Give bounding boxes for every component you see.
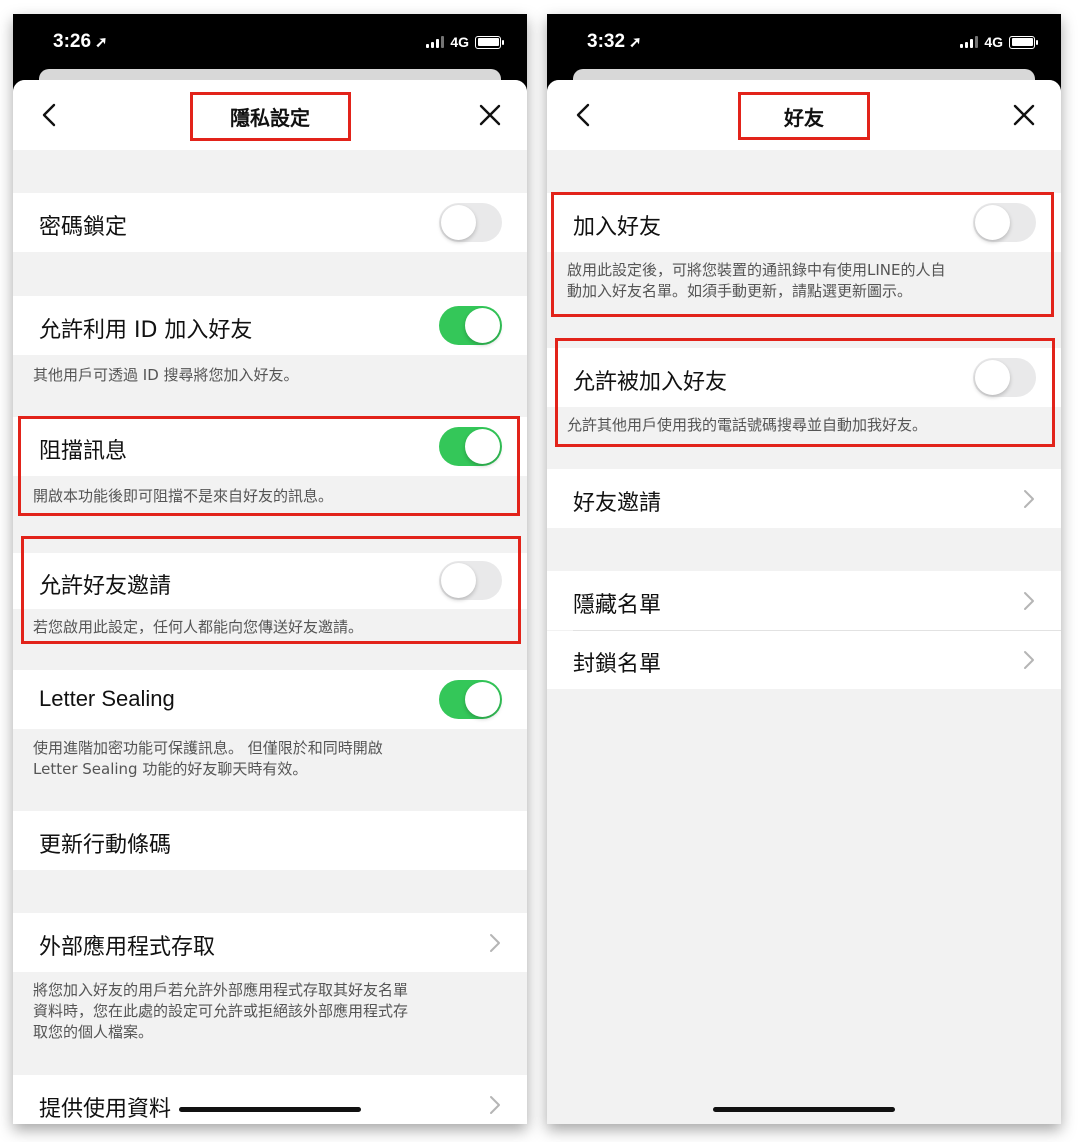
network-type: 4G xyxy=(984,34,1003,50)
signal-icon xyxy=(960,36,979,48)
external-app-access-desc-line2: 資料時，您在此處的設定可允許或拒絕該外部應用程式存 xyxy=(33,1002,409,1020)
annotation-box xyxy=(18,416,520,516)
letter-sealing-desc-line1: 使用進階加密功能可保護訊息。 但僅限於和同時開啟 xyxy=(33,739,383,757)
allow-id-add-desc: 其他用戶可透過 ID 搜尋將您加入好友。 xyxy=(33,366,299,384)
chevron-right-icon xyxy=(1024,592,1034,610)
provide-usage-data-row[interactable]: 提供使用資料 xyxy=(13,1075,527,1124)
passcode-lock-label: 密碼鎖定 xyxy=(39,215,128,240)
allow-id-add-desc-band: 其他用戶可透過 ID 搜尋將您加入好友。 xyxy=(13,355,527,417)
status-bar: 3:26 ➚ 4G xyxy=(13,14,527,70)
external-app-access-desc-band: 將您加入好友的用戶若允許外部應用程式存取其好友名單 資料時，您在此處的設定可允許… xyxy=(13,972,527,1075)
location-arrow-icon: ➚ xyxy=(629,34,642,51)
chevron-right-icon xyxy=(490,934,500,952)
letter-sealing-row: Letter Sealing xyxy=(13,670,527,729)
close-icon[interactable] xyxy=(475,100,505,130)
network-type: 4G xyxy=(450,34,469,50)
right-phone-screen: 3:32 ➚ 4G 好友 加入好友 啟用此設定後，可將您裝置的通訊錄中有使用LIN… xyxy=(547,14,1061,1124)
chevron-right-icon xyxy=(1024,490,1034,508)
external-app-access-desc-line1: 將您加入好友的用戶若允許外部應用程式存取其好友名單 xyxy=(33,981,409,999)
letter-sealing-label: Letter Sealing xyxy=(39,686,175,711)
external-app-access-label: 外部應用程式存取 xyxy=(39,935,216,960)
update-qr-code-row[interactable]: 更新行動條碼 xyxy=(13,811,527,870)
friend-invites-row[interactable]: 好友邀請 xyxy=(547,469,1061,528)
annotation-box xyxy=(551,192,1054,317)
annotation-box xyxy=(555,338,1055,447)
status-time: 3:32 ➚ xyxy=(587,31,642,52)
external-app-access-row[interactable]: 外部應用程式存取 xyxy=(13,913,527,972)
battery-icon xyxy=(475,35,504,49)
annotation-box xyxy=(21,536,521,644)
provide-usage-data-label: 提供使用資料 xyxy=(39,1097,172,1122)
blocked-list-label: 封鎖名單 xyxy=(573,652,662,677)
blocked-list-row[interactable]: 封鎖名單 xyxy=(547,631,1061,689)
friend-invites-label: 好友邀請 xyxy=(573,491,662,516)
home-indicator[interactable] xyxy=(713,1107,895,1112)
annotation-box xyxy=(738,92,870,140)
chevron-right-icon xyxy=(1024,651,1034,669)
passcode-lock-toggle[interactable] xyxy=(439,203,502,242)
home-indicator[interactable] xyxy=(179,1107,361,1112)
hidden-list-label: 隱藏名單 xyxy=(573,593,662,618)
update-qr-code-label: 更新行動條碼 xyxy=(39,833,172,858)
battery-icon xyxy=(1009,35,1038,49)
status-time: 3:26 ➚ xyxy=(53,31,108,52)
passcode-lock-row: 密碼鎖定 xyxy=(13,193,527,252)
allow-id-add-toggle[interactable] xyxy=(439,306,502,345)
annotation-box xyxy=(190,92,351,141)
letter-sealing-desc-line2: Letter Sealing 功能的好友聊天時有效。 xyxy=(33,760,308,778)
status-bar: 3:32 ➚ 4G xyxy=(547,14,1061,70)
close-icon[interactable] xyxy=(1009,100,1039,130)
external-app-access-desc-line3: 取您的個人檔案。 xyxy=(33,1023,154,1041)
location-arrow-icon: ➚ xyxy=(95,34,108,51)
allow-id-add-row: 允許利用 ID 加入好友 xyxy=(13,296,527,355)
allow-id-add-label: 允許利用 ID 加入好友 xyxy=(39,318,253,343)
signal-icon xyxy=(426,36,445,48)
letter-sealing-desc-band: 使用進階加密功能可保護訊息。 但僅限於和同時開啟 Letter Sealing … xyxy=(13,729,527,811)
chevron-right-icon xyxy=(490,1096,500,1114)
letter-sealing-toggle[interactable] xyxy=(439,680,502,719)
hidden-list-row[interactable]: 隱藏名單 xyxy=(547,571,1061,630)
